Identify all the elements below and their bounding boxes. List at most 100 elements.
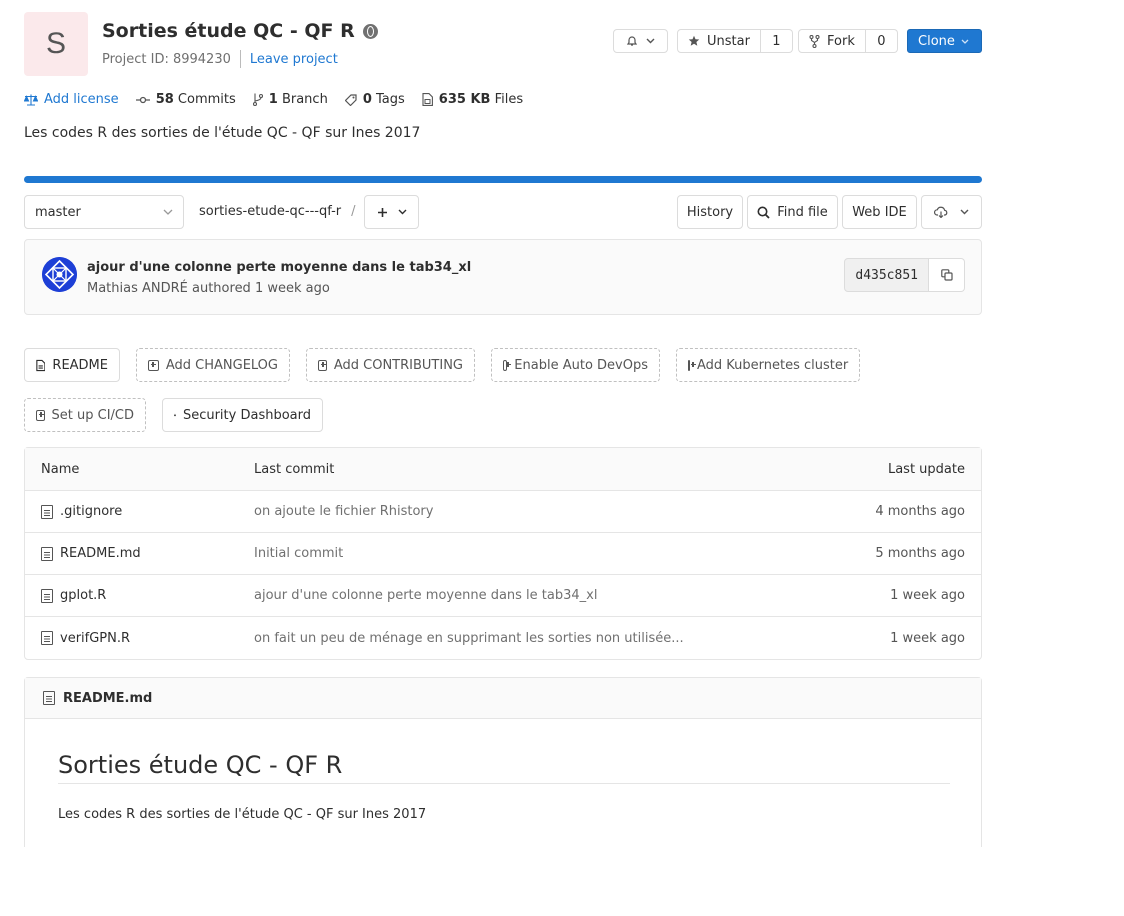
clone-label: Clone <box>918 33 955 49</box>
web-ide-label: Web IDE <box>852 204 907 220</box>
download-cloud-icon <box>934 206 948 218</box>
chevron-down-icon <box>398 209 406 215</box>
fork-label: Fork <box>827 33 855 49</box>
add-changelog-label: Add CHANGELOG <box>165 357 278 373</box>
branch-select[interactable]: master <box>24 195 184 229</box>
branch-icon <box>252 93 263 106</box>
security-dashboard-label: Security Dashboard <box>182 407 311 423</box>
readme-link[interactable]: README <box>24 348 120 382</box>
add-kubernetes-label: Add Kubernetes cluster <box>697 357 849 373</box>
plus-square-icon <box>688 359 696 371</box>
readme-file-name[interactable]: README.md <box>63 691 152 706</box>
file-name[interactable]: .gitignore <box>60 504 122 519</box>
add-license-link[interactable]: Add license <box>24 92 119 107</box>
leave-project-link[interactable]: Leave project <box>250 52 338 67</box>
enable-auto-devops-link[interactable]: Enable Auto DevOps <box>491 348 660 382</box>
clone-button[interactable]: Clone <box>907 29 982 53</box>
commit-title[interactable]: ajour d'une colonne perte moyenne dans l… <box>87 260 471 275</box>
find-file-button[interactable]: Find file <box>747 195 838 229</box>
file-name[interactable]: gplot.R <box>60 588 106 603</box>
file-name[interactable]: verifGPN.R <box>60 631 130 646</box>
plus-square-icon <box>503 359 512 371</box>
file-last-commit[interactable]: ajour d'une colonne perte moyenne dans l… <box>254 575 597 616</box>
files-link[interactable]: 635 KB Files <box>422 92 523 107</box>
file-icon <box>41 546 53 561</box>
header-last-commit: Last commit <box>254 461 335 477</box>
chevron-down-icon <box>961 39 969 44</box>
security-dashboard-link[interactable]: Security Dashboard <box>162 398 323 432</box>
add-changelog-link[interactable]: Add CHANGELOG <box>136 348 290 382</box>
unstar-button[interactable]: Unstar <box>677 29 761 53</box>
file-icon <box>43 691 55 705</box>
file-last-update: 4 months ago <box>875 504 965 519</box>
readme-link-label: README <box>52 357 108 373</box>
web-ide-button[interactable]: Web IDE <box>842 195 917 229</box>
history-label: History <box>686 204 734 220</box>
file-last-update: 1 week ago <box>890 630 965 646</box>
project-title[interactable]: Sorties étude QC - QF R <box>102 20 355 42</box>
notification-dropdown[interactable] <box>613 29 668 53</box>
project-title-row: Sorties étude QC - QF R <box>102 20 378 42</box>
star-group: Unstar 1 <box>677 29 793 53</box>
history-button[interactable]: History <box>677 195 743 229</box>
table-row[interactable]: .gitignore on ajoute le fichier Rhistory… <box>25 491 981 533</box>
file-tree-table: Name Last commit Last update .gitignore … <box>24 447 982 660</box>
star-count[interactable]: 1 <box>760 29 793 53</box>
file-name[interactable]: README.md <box>60 546 141 561</box>
file-last-commit[interactable]: on ajoute le fichier Rhistory <box>254 491 433 532</box>
commit-sha-group: d435c851 <box>844 258 965 292</box>
lock-icon <box>174 413 176 417</box>
find-file-label: Find file <box>777 204 828 220</box>
add-contributing-label: Add CONTRIBUTING <box>333 357 463 373</box>
readme-heading: Sorties étude QC - QF R <box>58 751 950 784</box>
scale-icon <box>24 94 38 106</box>
file-last-commit[interactable]: on fait un peu de ménage en supprimant l… <box>254 617 684 659</box>
commit-sha[interactable]: d435c851 <box>844 258 929 292</box>
readme-header: README.md <box>25 678 981 719</box>
table-row[interactable]: verifGPN.R on fait un peu de ménage en s… <box>25 617 981 659</box>
table-header: Name Last commit Last update <box>25 448 981 491</box>
chevron-down-icon <box>163 209 173 215</box>
header-name: Name <box>41 461 80 477</box>
commits-link[interactable]: 58 Commits <box>135 92 236 107</box>
table-row[interactable]: gplot.R ajour d'une colonne perte moyenn… <box>25 575 981 617</box>
commit-author-line: Mathias ANDRÉ authored 1 week ago <box>87 281 330 296</box>
plus-square-icon <box>36 409 45 421</box>
public-visibility-icon <box>362 23 378 39</box>
branches-link[interactable]: 1 Branch <box>252 92 328 107</box>
add-new-dropdown[interactable] <box>364 195 419 229</box>
file-last-update: 1 week ago <box>890 588 965 603</box>
last-commit-panel: ajour d'une colonne perte moyenne dans l… <box>24 239 982 315</box>
file-last-commit[interactable]: Initial commit <box>254 533 343 574</box>
plus-icon <box>377 207 387 217</box>
add-contributing-link[interactable]: Add CONTRIBUTING <box>306 348 475 382</box>
enable-auto-devops-label: Enable Auto DevOps <box>514 357 648 373</box>
license-label: Add license <box>44 92 119 107</box>
file-icon <box>41 504 53 519</box>
copy-sha-button[interactable] <box>929 258 965 292</box>
unstar-label: Unstar <box>707 33 750 49</box>
project-stats: Add license 58 Commits 1 Branch 0 Tags 6… <box>24 92 540 107</box>
fork-button[interactable]: Fork <box>798 29 866 53</box>
commit-author-avatar[interactable] <box>42 257 77 292</box>
file-last-update: 5 months ago <box>875 546 965 561</box>
fork-count[interactable]: 0 <box>865 29 898 53</box>
setup-cicd-link[interactable]: Set up CI/CD <box>24 398 146 432</box>
search-icon <box>757 206 770 219</box>
project-description: Les codes R des sorties de l'étude QC - … <box>24 125 421 141</box>
tags-link[interactable]: 0 Tags <box>344 92 405 107</box>
add-kubernetes-link[interactable]: Add Kubernetes cluster <box>676 348 860 382</box>
table-row[interactable]: README.md Initial commit 5 months ago <box>25 533 981 575</box>
files-label: Files <box>494 92 524 107</box>
file-text-icon <box>36 359 46 371</box>
tags-count: 0 <box>362 92 372 107</box>
file-name-cell: .gitignore <box>41 491 122 532</box>
chevron-down-icon <box>960 209 969 215</box>
breadcrumb-repo[interactable]: sorties-etude-qc---qf-r <box>199 204 341 219</box>
header-last-update: Last update <box>887 461 965 477</box>
commits-label: Commits <box>177 92 236 107</box>
download-dropdown[interactable] <box>921 195 982 229</box>
plus-square-icon <box>148 359 159 371</box>
project-meta: Project ID: 8994230 Leave project <box>102 50 338 68</box>
project-avatar[interactable]: S <box>24 12 88 76</box>
